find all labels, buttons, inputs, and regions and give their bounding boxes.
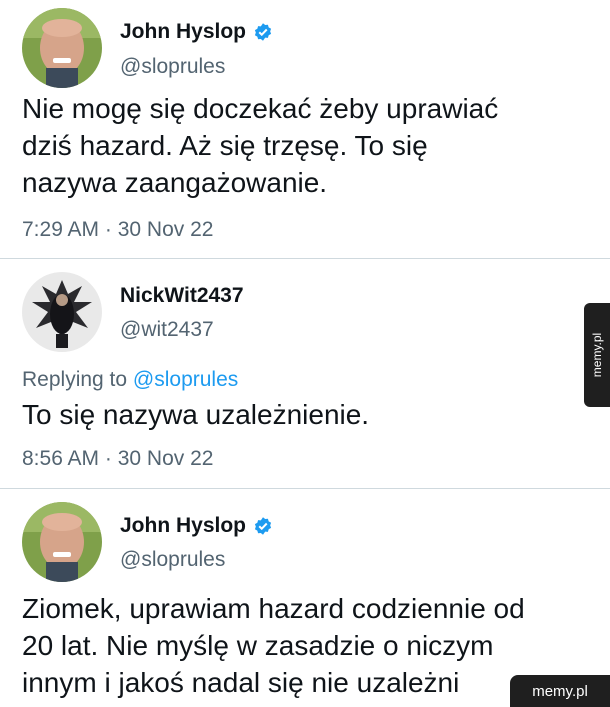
tweet-3-author-name[interactable]: John Hyslop <box>120 514 273 538</box>
tweet-1-text: Nie mogę się doczekać żeby uprawiać dziś… <box>22 90 498 201</box>
verified-badge-icon <box>254 517 272 535</box>
replying-to-prefix: Replying to <box>22 368 128 391</box>
divider <box>0 258 610 259</box>
tweet-text-line: nazywa zaangażowanie. <box>22 167 328 198</box>
replying-to-handle-link[interactable]: @sloprules <box>133 368 238 391</box>
tweet-text-line: dziś hazard. Aż się trzęsę. To się <box>22 130 428 161</box>
tweet-2-author-name[interactable]: NickWit2437 <box>120 284 244 308</box>
divider <box>0 488 610 489</box>
avatar-john-hyslop[interactable] <box>22 8 102 88</box>
tweet-2-text: To się nazywa uzależnienie. <box>22 396 369 433</box>
tweet-2-handle[interactable]: @wit2437 <box>120 318 214 342</box>
author-name-text[interactable]: John Hyslop <box>120 514 246 538</box>
tweet-text-line: Ziomek, uprawiam hazard codziennie od <box>22 593 525 624</box>
tweet-3-text: Ziomek, uprawiam hazard codziennie od 20… <box>22 590 525 701</box>
tweet-2-timestamp[interactable]: 8:56 AM · 30 Nov 22 <box>22 447 213 471</box>
corner-watermark: memy.pl <box>510 675 610 707</box>
tweet-text-line: 20 lat. Nie myślę w zasadzie o niczym <box>22 630 494 661</box>
side-watermark: memy.pl <box>584 303 610 407</box>
tweet-1-handle[interactable]: @sloprules <box>120 55 225 79</box>
tweet-text-line: Nie mogę się doczekać żeby uprawiać <box>22 93 499 124</box>
avatar-nickwit2437[interactable] <box>22 272 102 352</box>
verified-badge-icon <box>254 23 272 41</box>
avatar-john-hyslop[interactable] <box>22 502 102 582</box>
tweet-1-author-name[interactable]: John Hyslop <box>120 20 273 44</box>
tweet-text-line: To się nazywa uzależnienie. <box>22 399 370 430</box>
author-name-text[interactable]: John Hyslop <box>120 20 246 44</box>
side-watermark-text: memy.pl <box>590 332 605 378</box>
tweet-1-timestamp[interactable]: 7:29 AM · 30 Nov 22 <box>22 218 213 242</box>
author-name-text[interactable]: NickWit2437 <box>120 284 244 308</box>
replying-to: Replying to @sloprules <box>22 368 238 392</box>
tweet-3-handle[interactable]: @sloprules <box>120 548 225 572</box>
tweet-text-line: innym i jakoś nadal się nie uzależni <box>22 667 460 698</box>
